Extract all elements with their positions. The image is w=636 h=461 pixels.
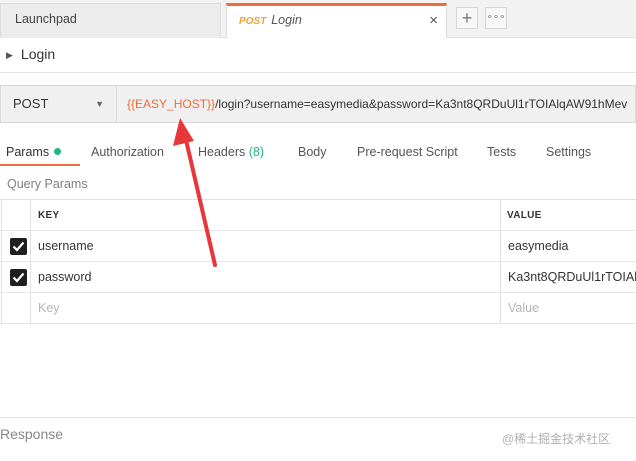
headers-count-badge: (8)	[248, 145, 265, 159]
param-value-cell[interactable]: Ka3nt8QRDuUl1rTOIAlq	[508, 262, 636, 292]
plus-icon: +	[461, 8, 473, 28]
tab-label: Login	[271, 13, 302, 27]
tab-headers-label: Headers	[198, 145, 246, 159]
url-path: /login?username=easymedia&password=Ka3nt…	[215, 97, 628, 111]
row-checkbox[interactable]	[10, 269, 27, 286]
close-icon[interactable]: ×	[429, 6, 438, 35]
active-tab-indicator	[0, 164, 80, 166]
ellipsis-icon: ∘∘∘	[486, 12, 506, 23]
tab-tests-label: Tests	[487, 145, 517, 159]
table-row: password Ka3nt8QRDuUl1rTOIAlq	[0, 262, 636, 293]
tab-method-badge: POST	[239, 16, 267, 27]
query-params-heading: Query Params	[7, 177, 88, 191]
caret-right-icon[interactable]: ▶	[6, 50, 13, 60]
url-variable: {{EASY_HOST}}	[127, 97, 216, 111]
checkmark-icon	[12, 272, 25, 283]
tab-login[interactable]: POST Login ×	[226, 3, 447, 38]
tab-params[interactable]: Params	[6, 141, 62, 163]
chevron-down-icon: ▼	[95, 99, 104, 109]
column-header-value: VALUE	[507, 210, 542, 221]
method-value: POST	[13, 96, 49, 111]
table-row-new: Key Value	[0, 293, 636, 324]
tab-body-label: Body	[298, 145, 327, 159]
tab-headers[interactable]: Headers (8)	[198, 141, 264, 163]
column-header-key: KEY	[38, 210, 60, 221]
divider	[0, 72, 636, 73]
tab-label: Launchpad	[15, 12, 77, 26]
tab-pre-request-script[interactable]: Pre-request Script	[357, 141, 458, 163]
watermark: @稀土掘金技术社区	[502, 432, 611, 446]
param-value-cell[interactable]: easymedia	[508, 231, 636, 261]
tab-tests[interactable]: Tests	[487, 141, 516, 163]
table-row: username easymedia	[0, 231, 636, 262]
method-select[interactable]: POST ▼	[0, 85, 117, 123]
checkmark-icon	[12, 241, 25, 252]
more-tabs-button[interactable]: ∘∘∘	[485, 7, 507, 29]
new-key-input[interactable]: Key	[38, 293, 493, 323]
breadcrumb[interactable]: ▶ Login	[6, 44, 55, 64]
param-key-cell[interactable]: username	[38, 231, 493, 261]
active-dot-icon	[54, 148, 62, 155]
tab-authorization-label: Authorization	[91, 145, 164, 159]
add-tab-button[interactable]: +	[456, 7, 478, 29]
response-heading: Response	[0, 426, 64, 442]
tab-authorization[interactable]: Authorization	[91, 141, 164, 163]
table-header-row: KEY VALUE	[0, 200, 636, 231]
divider	[0, 417, 636, 418]
tab-settings[interactable]: Settings	[546, 141, 591, 163]
param-key-cell[interactable]: password	[38, 262, 493, 292]
tab-launchpad[interactable]: Launchpad	[0, 3, 221, 38]
params-table: KEY VALUE username easymedia password Ka…	[0, 199, 636, 324]
row-checkbox[interactable]	[10, 238, 27, 255]
tab-settings-label: Settings	[546, 145, 592, 159]
tab-pre-request-label: Pre-request Script	[357, 145, 458, 159]
request-title: Login	[20, 46, 56, 62]
new-value-input[interactable]: Value	[508, 293, 636, 323]
tab-params-label: Params	[6, 145, 50, 159]
url-input[interactable]: {{EASY_HOST}}/login?username=easymedia&p…	[116, 85, 636, 123]
tab-body[interactable]: Body	[298, 141, 327, 163]
